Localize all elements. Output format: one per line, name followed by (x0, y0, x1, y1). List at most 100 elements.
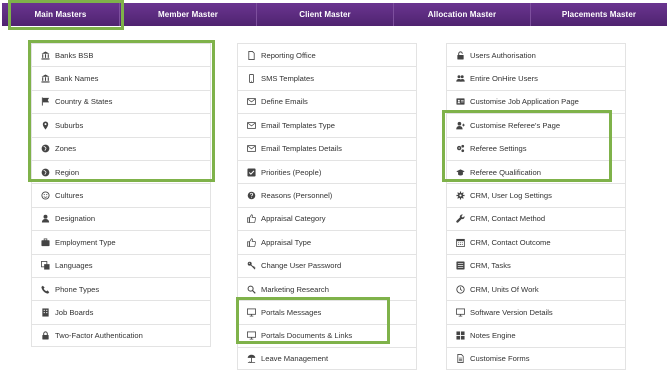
menu-column-3: Users Authorisation Entire OnHire Users Cu… (446, 43, 626, 371)
leave-icon (246, 354, 256, 364)
menu-item-banks-bsb[interactable]: Banks BSB (31, 43, 211, 67)
menu-item-leave-management[interactable]: Leave Management (237, 347, 417, 371)
menu-item-label: Marketing Research (261, 284, 329, 294)
envelope-icon (246, 120, 256, 130)
cogs-icon (455, 144, 465, 154)
tab-bar: Main Masters Member Master Client Master… (2, 3, 667, 26)
monitor-icon (246, 307, 256, 317)
menu-item-crm-contact-method[interactable]: CRM, Contact Method (446, 206, 626, 231)
menu-item-email-templates-details[interactable]: Email Templates Details (237, 136, 417, 160)
smile-icon (40, 191, 50, 201)
menu-item-appraisal-category[interactable]: Appraisal Category (237, 206, 417, 231)
bank-icon (40, 50, 50, 60)
menu-item-two-factor-authentication[interactable]: Two-Factor Authentication (31, 323, 211, 348)
tab-allocation-master[interactable]: Allocation Master (394, 3, 531, 26)
grid-icon (455, 331, 465, 341)
menu-item-label: CRM, User Log Settings (470, 191, 552, 201)
menu-item-label: Referee Settings (470, 144, 527, 154)
menu-item-label: Software Version Details (470, 307, 553, 317)
menu-item-users-authorisation[interactable]: Users Authorisation (446, 43, 626, 67)
menu-item-label: Appraisal Category (261, 214, 326, 224)
menu-item-label: Customise Referee's Page (470, 120, 561, 130)
wrench-icon (455, 214, 465, 224)
monitor-icon (455, 307, 465, 317)
menu-item-software-version-details[interactable]: Software Version Details (446, 300, 626, 324)
language-icon (40, 261, 50, 271)
bank-icon (40, 74, 50, 84)
clock-icon (455, 284, 465, 294)
menu-item-label: Appraisal Type (261, 237, 312, 247)
globe-icon (40, 144, 50, 154)
users-icon (455, 74, 465, 84)
menu-item-bank-names[interactable]: Bank Names (31, 66, 211, 90)
tab-client-master[interactable]: Client Master (257, 3, 394, 26)
briefcase-icon (40, 237, 50, 247)
menu-item-label: Users Authorisation (470, 50, 536, 60)
menu-item-label: Entire OnHire Users (470, 74, 538, 84)
menu-item-referee-settings[interactable]: Referee Settings (446, 136, 626, 160)
user-plus-icon (455, 120, 465, 130)
menu-item-label: Region (55, 167, 80, 177)
user-icon (40, 214, 50, 224)
flag-icon (40, 97, 50, 107)
menu-item-cultures[interactable]: Cultures (31, 183, 211, 207)
menu-item-customise-forms[interactable]: Customise Forms (446, 347, 626, 371)
menu-item-label: CRM, Tasks (470, 261, 511, 271)
menu-item-priorities-people[interactable]: Priorities (People) (237, 159, 417, 184)
tab-placements-master[interactable]: Placements Master (531, 3, 667, 26)
menu-item-crm-tasks[interactable]: CRM, Tasks (446, 253, 626, 277)
menu-column-1: Banks BSB Bank Names Country & States Subur… (31, 43, 211, 348)
calendar-icon (455, 237, 465, 247)
menu-item-crm-contact-outcome[interactable]: CRM, Contact Outcome (446, 230, 626, 254)
menu-item-customise-job-application-page[interactable]: Customise Job Application Page (446, 89, 626, 114)
menu-item-email-templates-type[interactable]: Email Templates Type (237, 113, 417, 137)
check-square-icon (246, 167, 256, 177)
tab-member-master[interactable]: Member Master (120, 3, 257, 26)
menu-item-country-states[interactable]: Country & States (31, 89, 211, 114)
menu-item-define-emails[interactable]: Define Emails (237, 89, 417, 114)
search-icon (246, 284, 256, 294)
menu-item-crm-user-log-settings[interactable]: CRM, User Log Settings (446, 183, 626, 207)
map-marker-icon (40, 120, 50, 130)
thumbs-up-icon (246, 214, 256, 224)
thumbs-up-icon (246, 237, 256, 247)
monitor-icon (246, 331, 256, 341)
menu-item-reasons-personnel[interactable]: Reasons (Personnel) (237, 183, 417, 207)
menu-item-label: Customise Job Application Page (470, 97, 579, 107)
menu-item-suburbs[interactable]: Suburbs (31, 113, 211, 137)
menu-item-portals-documents-links[interactable]: Portals Documents & Links (237, 323, 417, 348)
menu-item-sms-templates[interactable]: SMS Templates (237, 66, 417, 90)
tasks-icon (455, 261, 465, 271)
menu-item-label: Reasons (Personnel) (261, 191, 333, 201)
menu-item-entire-onhire-users[interactable]: Entire OnHire Users (446, 66, 626, 90)
menu-item-referee-qualification[interactable]: Referee Qualification (446, 159, 626, 184)
menu-item-appraisal-type[interactable]: Appraisal Type (237, 230, 417, 254)
menu-item-job-boards[interactable]: Job Boards (31, 300, 211, 324)
gear-icon (455, 191, 465, 201)
menu-item-portals-messages[interactable]: Portals Messages (237, 300, 417, 324)
menu-item-crm-units-of-work[interactable]: CRM, Units Of Work (446, 276, 626, 301)
globe-icon (40, 167, 50, 177)
menu-item-customise-referee-s-page[interactable]: Customise Referee's Page (446, 113, 626, 137)
menu-item-label: Customise Forms (470, 354, 530, 364)
menu-item-phone-types[interactable]: Phone Types (31, 276, 211, 301)
menu-item-label: Portals Messages (261, 307, 322, 317)
menu-item-label: Suburbs (55, 120, 84, 130)
menu-item-label: SMS Templates (261, 74, 315, 84)
menu-item-languages[interactable]: Languages (31, 253, 211, 277)
menu-item-change-user-password[interactable]: Change User Password (237, 253, 417, 277)
envelope-icon (246, 144, 256, 154)
menu-item-notes-engine[interactable]: Notes Engine (446, 323, 626, 348)
tab-main-masters[interactable]: Main Masters (2, 3, 120, 26)
phone-icon (40, 284, 50, 294)
menu-item-designation[interactable]: Designation (31, 206, 211, 231)
menu-item-zones[interactable]: Zones (31, 136, 211, 160)
menu-item-region[interactable]: Region (31, 159, 211, 184)
menu-item-label: Referee Qualification (470, 167, 541, 177)
building-icon (40, 307, 50, 317)
menu-item-marketing-research[interactable]: Marketing Research (237, 276, 417, 301)
menu-item-label: Define Emails (261, 97, 308, 107)
menu-item-label: CRM, Contact Outcome (470, 237, 551, 247)
menu-item-reporting-office[interactable]: Reporting Office (237, 43, 417, 67)
menu-item-employment-type[interactable]: Employment Type (31, 230, 211, 254)
